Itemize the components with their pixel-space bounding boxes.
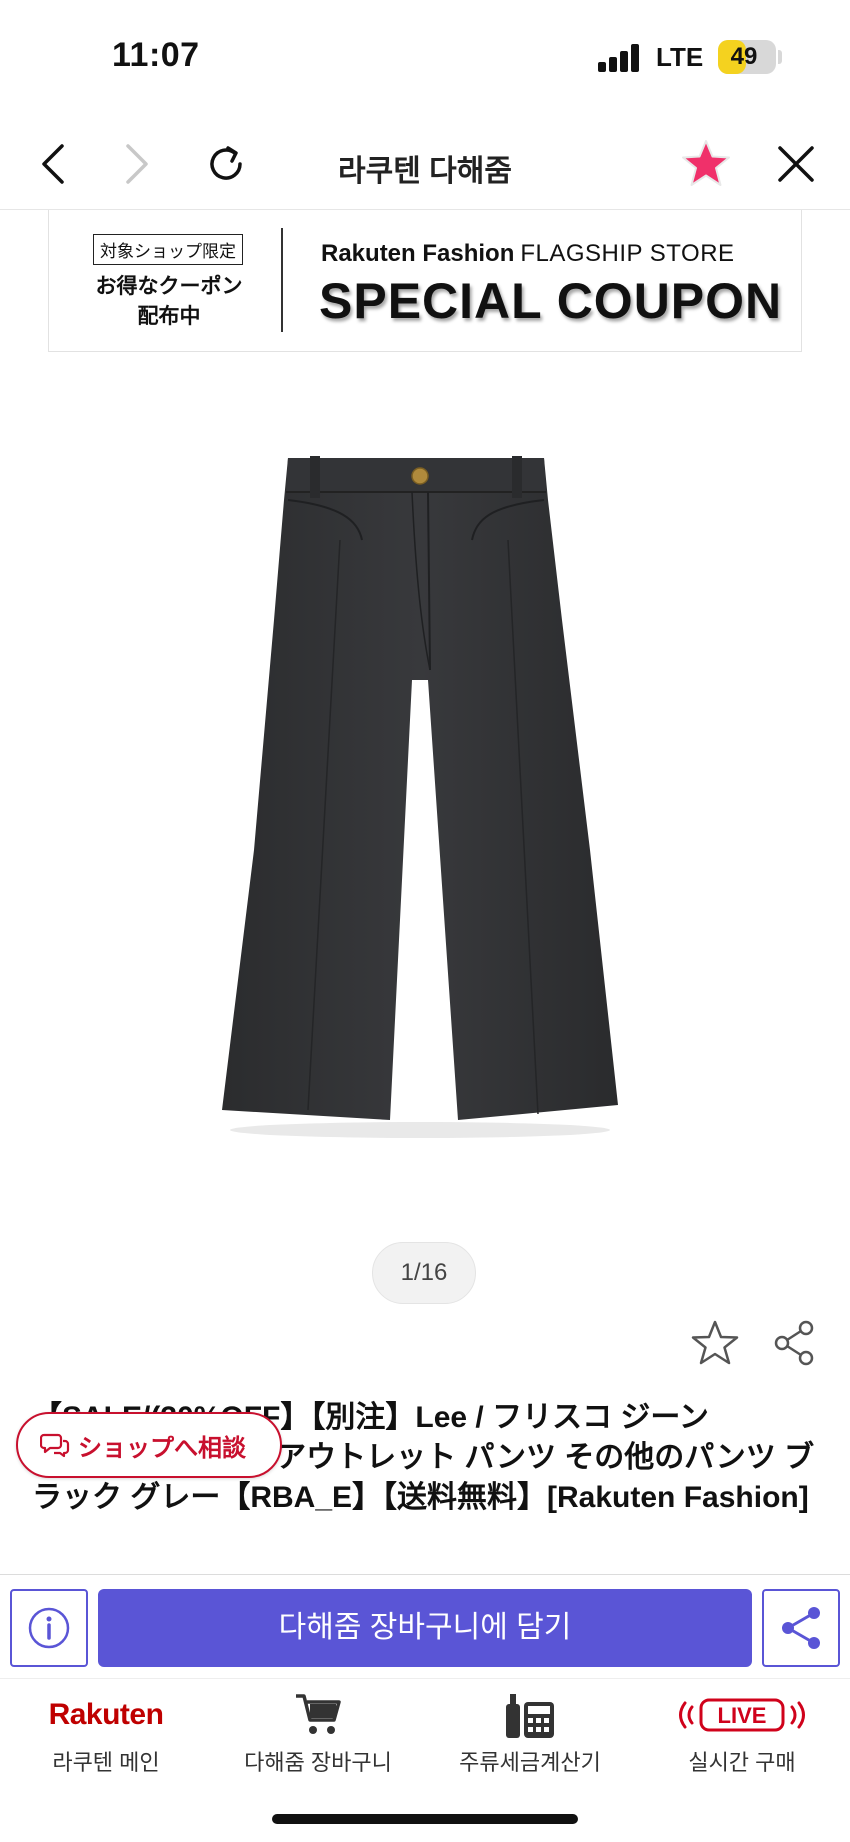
coupon-banner[interactable]: 対象ショップ限定 お得なクーポン 配布中 Rakuten Fashion FLAG… xyxy=(48,210,802,352)
shop-consult-label: ショップへ相談 xyxy=(78,1434,246,1462)
tab-label: 주류세금계산기 xyxy=(459,1750,601,1775)
coupon-divider xyxy=(281,228,283,332)
close-icon[interactable] xyxy=(764,132,828,196)
rakuten-logo-text: Rakuten xyxy=(48,1698,164,1731)
battery-level: 49 xyxy=(730,43,758,70)
add-to-cart-button[interactable]: 다해줌 장바구니에 담기 xyxy=(98,1589,752,1667)
tab-label: 라쿠텐 메인 xyxy=(52,1750,160,1775)
action-bar: 다해줌 장바구니에 담기 xyxy=(0,1574,850,1678)
browser-nav-bar: 라쿠텐 다해줌 xyxy=(0,118,850,210)
gallery-counter: 1/16 xyxy=(372,1242,476,1304)
favorite-star-icon[interactable] xyxy=(690,1318,740,1368)
tab-rakuten-main[interactable]: Rakuten 라쿠텐 메인 xyxy=(0,1679,212,1789)
coupon-brand-name: Rakuten Fashion xyxy=(321,240,515,267)
home-indicator[interactable] xyxy=(272,1814,578,1824)
tab-label: 다해줌 장바구니 xyxy=(244,1750,392,1775)
chat-icon xyxy=(40,1433,70,1458)
product-image[interactable] xyxy=(190,430,650,1150)
tab-cart[interactable]: 다해줌 장바구니 xyxy=(212,1679,424,1789)
coupon-tag: 対象ショップ限定 xyxy=(93,234,243,265)
info-icon xyxy=(28,1607,70,1649)
share-button[interactable] xyxy=(762,1589,840,1667)
tab-tax-calculator[interactable]: 주류세금계산기 xyxy=(424,1679,636,1789)
coupon-left-line1: お得なクーポン xyxy=(95,275,243,298)
coupon-left-text: お得なクーポン 配布中 xyxy=(79,272,259,332)
share-icon[interactable] xyxy=(770,1318,820,1368)
live-badge-text: LIVE xyxy=(718,1703,767,1728)
tab-label: 실시간 구매 xyxy=(688,1750,796,1775)
coupon-brand-sub: FLAGSHIP STORE xyxy=(520,240,735,267)
info-button[interactable] xyxy=(10,1589,88,1667)
coupon-headline: SPECIAL COUPON xyxy=(319,273,783,329)
status-time: 11:07 xyxy=(112,36,200,74)
star-icon[interactable] xyxy=(674,132,738,196)
tab-live[interactable]: LIVE 실시간 구매 xyxy=(636,1679,848,1789)
cart-icon xyxy=(212,1689,424,1741)
signal-icon xyxy=(598,44,642,72)
status-bar: 11:07 LTE 49 xyxy=(0,0,850,118)
coupon-brand: Rakuten Fashion FLAGSHIP STORE xyxy=(321,240,735,268)
battery-icon: 49 xyxy=(718,40,776,74)
network-type: LTE xyxy=(656,42,704,72)
share-icon xyxy=(782,1607,820,1649)
battery-cap xyxy=(778,50,782,64)
live-icon: LIVE xyxy=(636,1689,848,1741)
rakuten-logo: Rakuten xyxy=(0,1689,212,1741)
coupon-left-line2: 配布中 xyxy=(137,305,201,328)
calculator-icon xyxy=(424,1689,636,1741)
shop-consult-button[interactable]: ショップへ相談 xyxy=(16,1412,282,1478)
